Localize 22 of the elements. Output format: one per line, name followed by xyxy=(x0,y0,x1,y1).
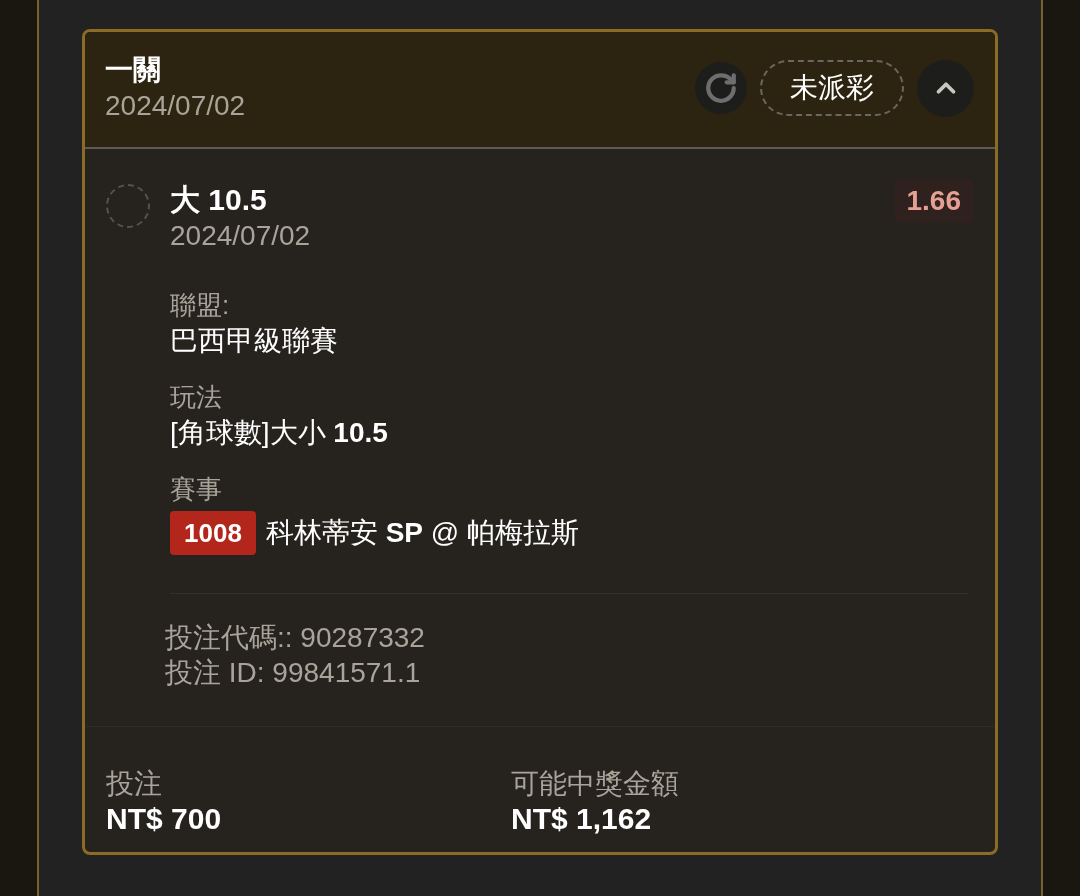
odds-value: 1.66 xyxy=(894,179,973,223)
selection-date: 2024/07/02 xyxy=(170,219,312,253)
detail-label: 玩法 xyxy=(170,381,223,414)
detail-label: 聯盟: xyxy=(170,289,231,322)
footer-amount: NT$ 1,162 xyxy=(511,802,653,836)
refresh-button[interactable] xyxy=(695,62,747,114)
bet-code: 投注代碼:: 90287332 xyxy=(165,621,426,655)
footer-label: 投注 xyxy=(106,767,163,801)
card-title: 一關 xyxy=(105,53,162,87)
detail-value: 科林蒂安 SP @ 帕梅拉斯 xyxy=(265,516,579,550)
detail-value: 巴西甲級聯賽 xyxy=(170,324,339,358)
match-number-badge: 1008 xyxy=(170,511,256,555)
card-date: 2024/07/02 xyxy=(105,89,246,123)
footer-amount: NT$ 700 xyxy=(106,802,223,836)
selection-radio[interactable] xyxy=(106,184,150,228)
status-pill: 未派彩 xyxy=(760,60,904,116)
selection-name: 大 10.5 xyxy=(170,182,268,218)
footer-label: 可能中獎金額 xyxy=(511,767,680,801)
detail-value: [角球數]大小 10.5 xyxy=(170,416,389,450)
bet-id: 投注 ID: 99841571.1 xyxy=(165,656,422,690)
detail-label: 賽事 xyxy=(170,473,223,506)
refresh-icon xyxy=(704,71,738,105)
